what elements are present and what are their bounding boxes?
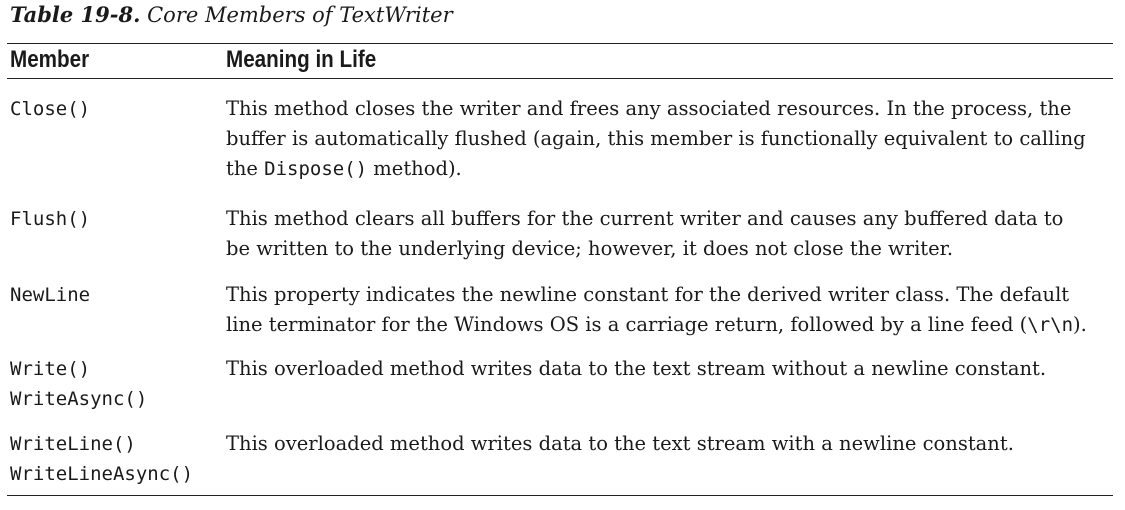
bottom-rule	[7, 495, 1113, 496]
column-header-member: Member	[10, 46, 90, 73]
inline-code: Dispose()	[264, 158, 368, 180]
table-title: Core Members of TextWriter	[147, 3, 453, 27]
meaning-line: line terminator for the Windows OS is a …	[226, 310, 1111, 340]
meaning-line: be written to the underlying device; how…	[226, 237, 954, 260]
meaning-line: This method closes the writer and frees …	[226, 97, 1072, 120]
member-cell: Flush()	[10, 204, 90, 234]
meaning-cell: This method closes the writer and frees …	[226, 94, 1111, 184]
member-name: Close()	[10, 98, 91, 120]
meaning-text: line terminator for the Windows OS is a …	[226, 313, 1028, 336]
member-name: NewLine	[10, 284, 91, 306]
member-name: Flush()	[10, 208, 91, 230]
meaning-line: This property indicates the newline cons…	[226, 283, 1070, 306]
table-number: Table 19-8.	[10, 2, 141, 27]
meaning-line: the Dispose() method).	[226, 154, 1111, 184]
member-cell: NewLine	[10, 280, 90, 310]
meaning-line: This overloaded method writes data to th…	[226, 432, 1014, 455]
inline-code: \r\n	[1027, 314, 1074, 336]
header-rule	[7, 78, 1113, 79]
meaning-line: This method clears all buffers for the c…	[226, 207, 1064, 230]
meaning-cell: This method clears all buffers for the c…	[226, 204, 1111, 264]
top-rule	[7, 43, 1113, 44]
meaning-text: method).	[367, 157, 462, 180]
column-header-meaning: Meaning in Life	[226, 46, 377, 73]
table-caption: Table 19-8. Core Members of TextWriter	[10, 2, 453, 28]
member-cell: Write() WriteAsync()	[10, 354, 147, 414]
meaning-line: buffer is automatically flushed (again, …	[226, 127, 1086, 150]
meaning-text: the	[226, 157, 265, 180]
meaning-cell: This property indicates the newline cons…	[226, 280, 1111, 340]
member-name: Write()	[10, 358, 91, 380]
member-cell: WriteLine() WriteLineAsync()	[10, 429, 193, 489]
meaning-cell: This overloaded method writes data to th…	[226, 429, 1111, 459]
member-name: WriteLineAsync()	[10, 463, 194, 485]
meaning-line: This overloaded method writes data to th…	[226, 357, 1047, 380]
member-name: WriteLine()	[10, 433, 136, 455]
meaning-text: ).	[1073, 313, 1087, 336]
member-name: WriteAsync()	[10, 388, 148, 410]
member-cell: Close()	[10, 94, 90, 124]
meaning-cell: This overloaded method writes data to th…	[226, 354, 1111, 384]
